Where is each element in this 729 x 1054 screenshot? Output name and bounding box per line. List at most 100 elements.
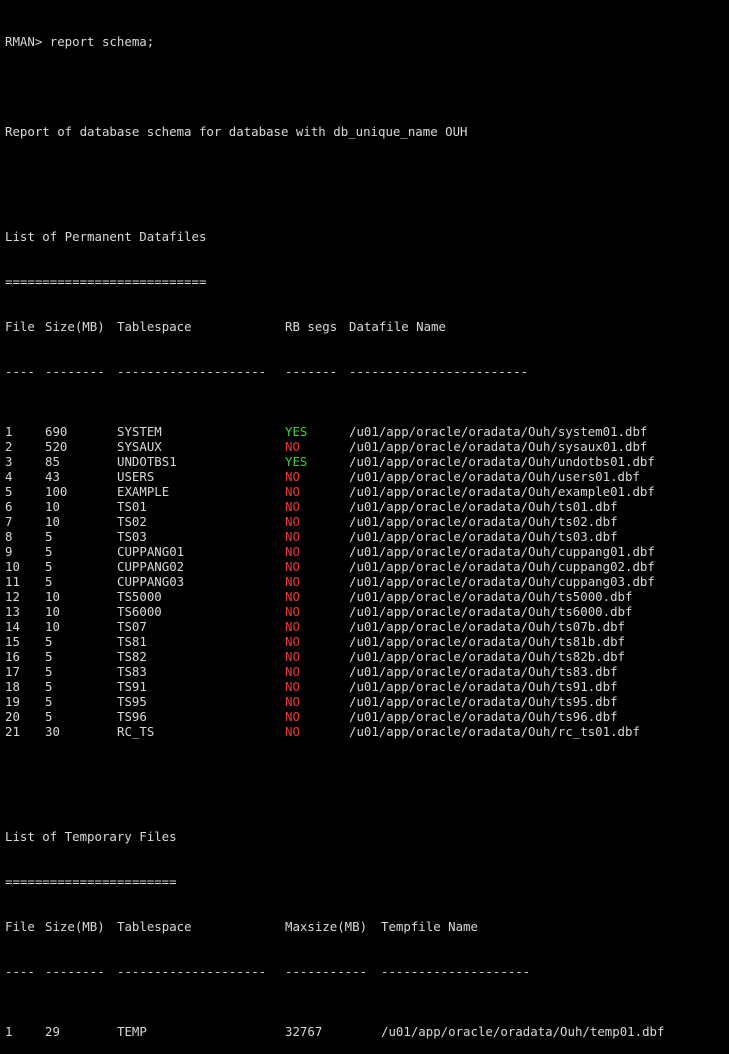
file-number: 9: [5, 544, 13, 559]
permanent-title: List of Permanent Datafiles: [5, 229, 207, 244]
size-mb: 5: [45, 529, 53, 544]
dash-file: ----: [5, 364, 35, 379]
size-mb: 5: [45, 679, 53, 694]
dash-file: ----: [5, 964, 35, 979]
datafile-name: /u01/app/oracle/oradata/Ouh/ts83.dbf: [349, 664, 618, 679]
rb-segs-status: NO: [285, 634, 300, 649]
file-number: 16: [5, 649, 20, 664]
header-file: File: [5, 319, 35, 334]
header-size: Size(MB): [45, 919, 105, 934]
file-number: 21: [5, 724, 20, 739]
terminal-output[interactable]: RMAN> report schema; Report of database …: [5, 4, 725, 1054]
permanent-datafile-list: 1 690 SYSTEM YES/u01/app/oracle/oradata/Ouh…: [5, 424, 725, 739]
datafile-name: /u01/app/oracle/oradata/Ouh/undotbs01.db…: [349, 454, 655, 469]
size-mb: 30: [45, 724, 60, 739]
header-size: Size(MB): [45, 319, 105, 334]
tablespace-name: CUPPANG02: [117, 559, 185, 574]
size-mb: 690: [45, 424, 68, 439]
tablespace-name: USERS: [117, 469, 155, 484]
dash-rb: -------: [285, 364, 338, 379]
table-row: 8 5 TS03 NO/u01/app/oracle/oradata/Ouh/ts03…: [5, 529, 725, 544]
temporary-dash-row: ---- -------- -------------------- --------…: [5, 964, 725, 979]
tablespace-name: TS6000: [117, 604, 162, 619]
header-datafile-name: Datafile Name: [349, 319, 446, 334]
datafile-name: /u01/app/oracle/oradata/Ouh/users01.dbf: [349, 469, 640, 484]
file-number: 4: [5, 469, 13, 484]
datafile-name: /u01/app/oracle/oradata/Ouh/ts5000.dbf: [349, 589, 633, 604]
rb-segs-status: NO: [285, 604, 300, 619]
size-mb: 10: [45, 589, 60, 604]
dash-tablespace: --------------------: [117, 964, 267, 979]
table-row: 16 5 TS82 NO/u01/app/oracle/oradata/Ouh/ts8…: [5, 649, 725, 664]
rb-segs-status: YES: [285, 454, 308, 469]
table-row: 17 5 TS83 NO/u01/app/oracle/oradata/Ouh/ts8…: [5, 664, 725, 679]
size-mb: 100: [45, 484, 68, 499]
datafile-name: /u01/app/oracle/oradata/Ouh/system01.dbf: [349, 424, 648, 439]
table-row: 3 85 UNDOTBS1 YES/u01/app/oracle/oradata/Ou…: [5, 454, 725, 469]
dash-name: --------------------: [381, 964, 531, 979]
file-number: 10: [5, 559, 20, 574]
table-row: 13 10 TS6000 NO/u01/app/oracle/oradata/Ouh/…: [5, 604, 725, 619]
tablespace-name: TEMP: [117, 1024, 147, 1039]
rb-segs-status: NO: [285, 664, 300, 679]
tablespace-name: EXAMPLE: [117, 484, 170, 499]
datafile-name: /u01/app/oracle/oradata/Ouh/ts01.dbf: [349, 499, 618, 514]
rb-segs-status: NO: [285, 439, 300, 454]
datafile-name: /u01/app/oracle/oradata/Ouh/rc_ts01.dbf: [349, 724, 640, 739]
permanent-underline: ===========================: [5, 274, 207, 289]
size-mb: 29: [45, 1024, 60, 1039]
rb-segs-status: NO: [285, 544, 300, 559]
table-row: 10 5 CUPPANG02 NO/u01/app/oracle/oradata/Ou…: [5, 559, 725, 574]
table-row: 19 5 TS95 NO/u01/app/oracle/oradata/Ouh/ts9…: [5, 694, 725, 709]
temporary-file-list: 1 29 TEMP 32767/u01/app/oracle/oradata/Ouh/…: [5, 1024, 725, 1039]
file-number: 14: [5, 619, 20, 634]
file-number: 20: [5, 709, 20, 724]
size-mb: 43: [45, 469, 60, 484]
tablespace-name: SYSAUX: [117, 439, 162, 454]
size-mb: 5: [45, 559, 53, 574]
file-number: 3: [5, 454, 13, 469]
file-number: 17: [5, 664, 20, 679]
tablespace-name: TS5000: [117, 589, 162, 604]
tablespace-name: TS82: [117, 649, 147, 664]
size-mb: 10: [45, 619, 60, 634]
file-number: 15: [5, 634, 20, 649]
rb-segs-status: NO: [285, 649, 300, 664]
size-mb: 5: [45, 709, 53, 724]
tablespace-name: RC_TS: [117, 724, 155, 739]
datafile-name: /u01/app/oracle/oradata/Ouh/cuppang01.db…: [349, 544, 655, 559]
header-tablespace: Tablespace: [117, 919, 192, 934]
rb-segs-status: YES: [285, 424, 308, 439]
rb-segs-status: NO: [285, 589, 300, 604]
dash-maxsize: -----------: [285, 964, 368, 979]
table-row: 1 29 TEMP 32767/u01/app/oracle/oradata/Ouh/…: [5, 1024, 725, 1039]
datafile-name: /u01/app/oracle/oradata/Ouh/example01.db…: [349, 484, 655, 499]
dash-size: --------: [45, 964, 105, 979]
size-mb: 10: [45, 499, 60, 514]
file-number: 1: [5, 424, 13, 439]
rb-segs-status: NO: [285, 469, 300, 484]
report-header: Report of database schema for database w…: [5, 124, 468, 139]
tablespace-name: CUPPANG03: [117, 574, 185, 589]
permanent-dash-row: ---- -------- -------------------- ------- -…: [5, 364, 725, 379]
tablespace-name: CUPPANG01: [117, 544, 185, 559]
rb-segs-status: NO: [285, 484, 300, 499]
datafile-name: /u01/app/oracle/oradata/Ouh/sysaux01.dbf: [349, 439, 648, 454]
datafile-name: /u01/app/oracle/oradata/Ouh/ts96.dbf: [349, 709, 618, 724]
rb-segs-status: NO: [285, 499, 300, 514]
command-prompt: RMAN> report schema;: [5, 34, 155, 49]
tempfile-name: /u01/app/oracle/oradata/Ouh/temp01.dbf: [381, 1024, 665, 1039]
datafile-name: /u01/app/oracle/oradata/Ouh/cuppang02.db…: [349, 559, 655, 574]
temporary-underline: =======================: [5, 874, 177, 889]
rb-segs-status: NO: [285, 724, 300, 739]
tablespace-name: UNDOTBS1: [117, 454, 177, 469]
header-rb-segs: RB segs: [285, 319, 338, 334]
temporary-header-row: File Size(MB) Tablespace Maxsize(MB) Tempfil…: [5, 919, 725, 934]
size-mb: 10: [45, 514, 60, 529]
table-row: 5 100 EXAMPLE NO/u01/app/oracle/oradata/Ouh…: [5, 484, 725, 499]
table-row: 14 10 TS07 NO/u01/app/oracle/oradata/Ouh/ts…: [5, 619, 725, 634]
rb-segs-status: NO: [285, 559, 300, 574]
file-number: 2: [5, 439, 13, 454]
table-row: 9 5 CUPPANG01 NO/u01/app/oracle/oradata/Ouh…: [5, 544, 725, 559]
